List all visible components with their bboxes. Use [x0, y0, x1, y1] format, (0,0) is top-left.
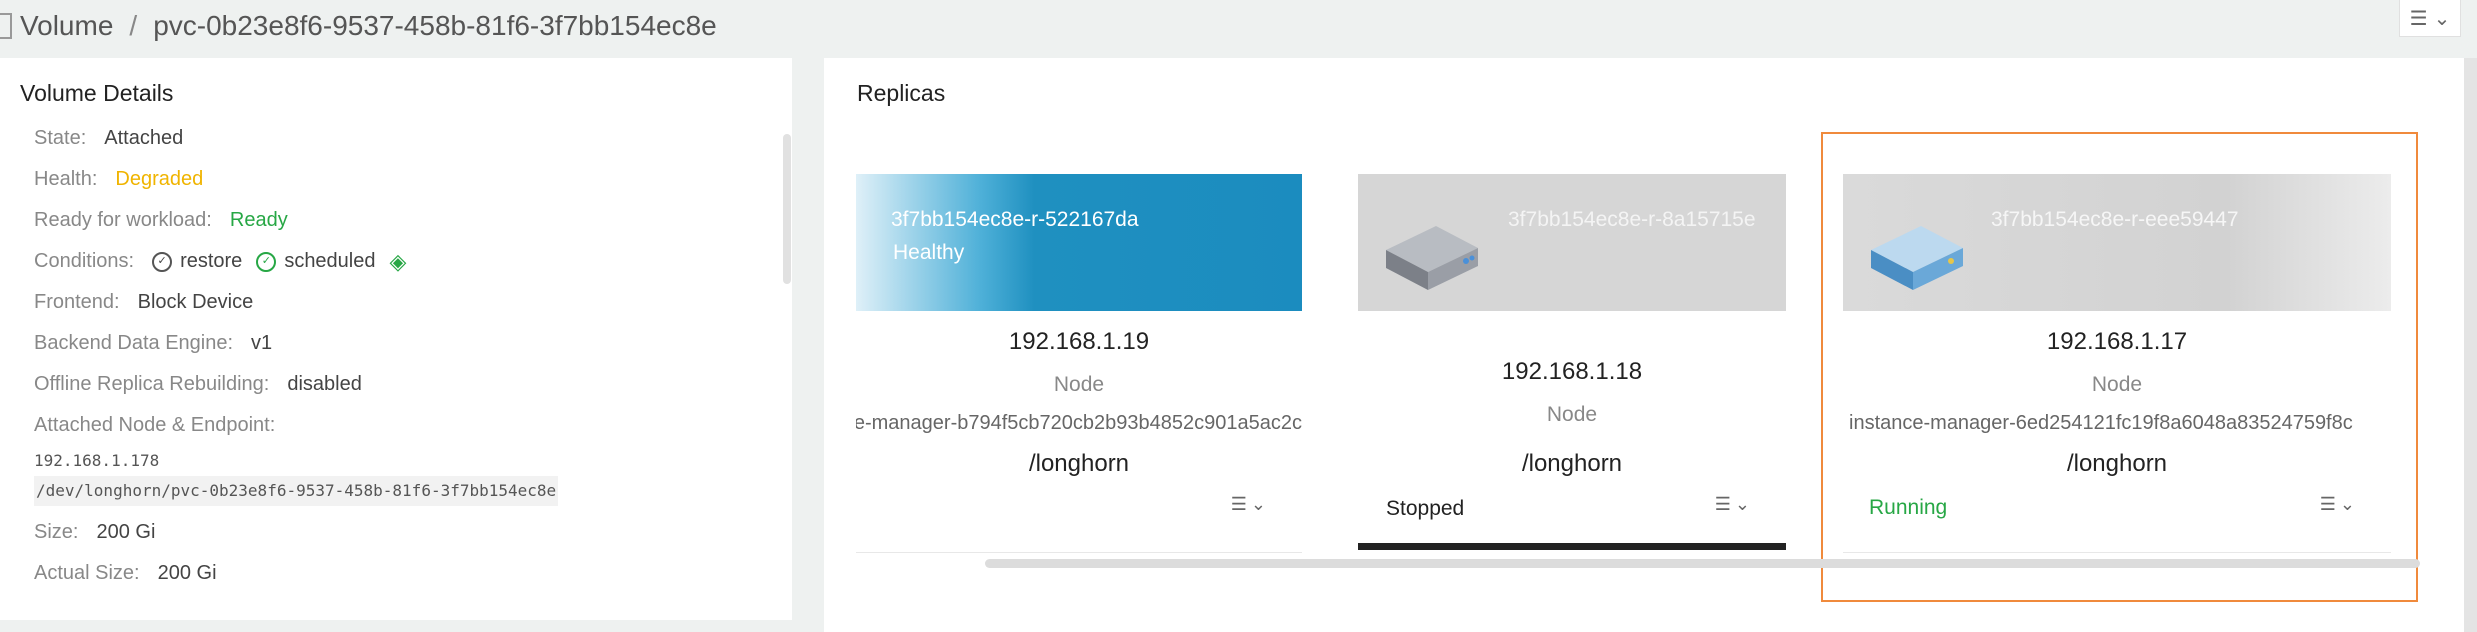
- condition-restore[interactable]: ✓ restore: [152, 250, 242, 273]
- replica-menu-button[interactable]: ☰ ⌄: [1715, 494, 1750, 515]
- chevron-down-icon: ⌄: [1734, 494, 1750, 514]
- replica-ip: 192.168.1.18: [1501, 358, 1643, 385]
- backend-value: v1: [251, 332, 273, 354]
- chevron-down-icon: ⌄: [1250, 494, 1266, 514]
- replica-path: /longhorn: [1028, 450, 1130, 477]
- check-circle-icon: ✓: [152, 251, 173, 272]
- attached-label: Attached Node & Endpoint:: [34, 414, 276, 436]
- breadcrumb-volume-link[interactable]: Volume: [20, 10, 113, 42]
- condition-restore-label: restore: [180, 250, 243, 272]
- chevron-down-icon: ⌄: [2433, 7, 2451, 30]
- replica-banner: 3f7bb154ec8e-r-522167da Healthy: [856, 174, 1302, 311]
- backend-label: Backend Data Engine:: [34, 332, 234, 354]
- disk-icon: [1386, 226, 1478, 290]
- frontend-label: Frontend:: [34, 291, 120, 313]
- frontend-value: Block Device: [137, 291, 254, 313]
- volume-details-title: Volume Details: [20, 80, 174, 106]
- layers-icon[interactable]: ◈: [390, 249, 407, 275]
- actual-size-label: Actual Size:: [34, 562, 140, 584]
- page-scrollbar-track[interactable]: [2464, 58, 2477, 632]
- replica-ip: 192.168.1.19: [1008, 328, 1150, 355]
- replica-instance-manager: instance-manager-b794f5cb720cb2b93b4852c…: [856, 412, 1302, 434]
- list-icon: ☰: [1714, 494, 1731, 514]
- replica-path: /longhorn: [1521, 450, 1623, 477]
- size-value: 200 Gi: [96, 521, 156, 543]
- replica-card[interactable]: 3f7bb154ec8e-r-8a15715e 192.168.1.18 Nod…: [1358, 174, 1786, 610]
- volume-detail-page: Volume / pvc-0b23e8f6-9537-458b-81f6-3f7…: [0, 0, 2477, 632]
- condition-scheduled-label: scheduled: [284, 250, 376, 272]
- health-value: Degraded: [115, 168, 204, 190]
- size-label: Size:: [34, 521, 79, 543]
- check-circle-icon: ✓: [256, 251, 277, 272]
- page-title: pvc-0b23e8f6-9537-458b-81f6-3f7bb154ec8e: [153, 10, 717, 41]
- health-label: Health:: [34, 168, 98, 190]
- offline-rebuild-value: disabled: [287, 373, 362, 395]
- ready-value: Ready: [229, 209, 288, 231]
- list-icon: ☰: [2409, 7, 2428, 30]
- replicas-title: Replicas: [857, 80, 946, 106]
- volume-icon: [0, 13, 12, 39]
- stopped-indicator-bar: [1358, 543, 1786, 550]
- ready-label: Ready for workload:: [34, 209, 212, 231]
- list-icon: ☰: [1230, 494, 1247, 514]
- page-menu-button[interactable]: ☰ ⌄: [2399, 0, 2461, 37]
- replicas-horizontal-scrollbar[interactable]: [985, 559, 2420, 568]
- replica-node-label: Node: [1053, 373, 1105, 396]
- replica-name: 3f7bb154ec8e-r-8a15715e: [1508, 208, 1756, 231]
- state-value: Attached: [104, 127, 184, 149]
- replica-status: Stopped: [1386, 497, 1465, 520]
- replica-node-label: Node: [1546, 403, 1598, 426]
- state-label: State:: [34, 127, 87, 149]
- replica-menu-button[interactable]: ☰ ⌄: [1231, 494, 1266, 515]
- replica-name: 3f7bb154ec8e-r-522167da: [891, 208, 1139, 231]
- conditions-label: Conditions:: [34, 250, 135, 272]
- condition-scheduled[interactable]: ✓ scheduled: [256, 250, 376, 273]
- breadcrumb-separator: /: [129, 10, 138, 41]
- actual-size-value: 200 Gi: [157, 562, 217, 584]
- selected-replica-highlight: [1821, 132, 2418, 602]
- card-divider: [856, 552, 1302, 553]
- replica-health: Healthy: [893, 241, 965, 264]
- breadcrumb: Volume / pvc-0b23e8f6-9537-458b-81f6-3f7…: [0, 6, 717, 46]
- replica-card[interactable]: 3f7bb154ec8e-r-522167da Healthy 192.168.…: [856, 174, 1302, 610]
- offline-rebuild-label: Offline Replica Rebuilding:: [34, 373, 270, 395]
- attached-endpoint-path: /dev/longhorn/pvc-0b23e8f6-9537-458b-81f…: [34, 476, 559, 506]
- replica-banner: 3f7bb154ec8e-r-8a15715e: [1358, 174, 1786, 311]
